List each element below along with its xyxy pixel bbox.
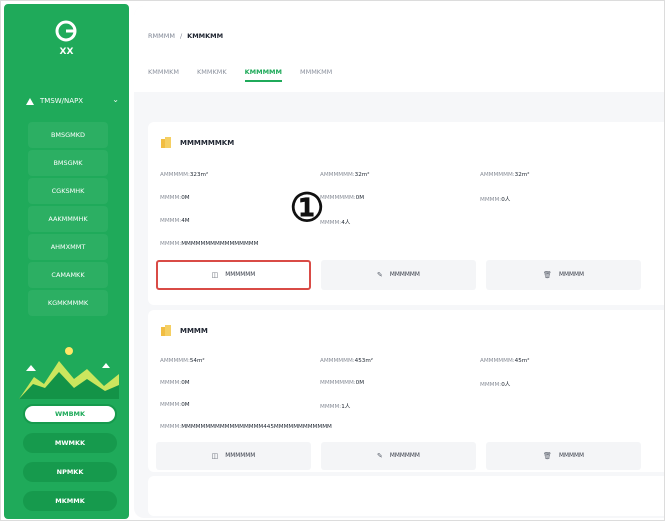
project-card-3 — [148, 476, 664, 516]
card-actions: ◫ MMMMMM ✎ MMMMMM 🗑 MMMMM — [156, 260, 664, 290]
pill-nav-2[interactable]: MWMKK — [23, 433, 117, 453]
sidebar-group[interactable]: TMSW/NAPX ⌄ — [4, 90, 129, 112]
project-card-2: MMMM AMMMMM:54m² AMMMMMM:453m² AMMMMMM:4… — [148, 310, 664, 472]
mountain-illustration — [19, 347, 119, 399]
card-field: MMMM:MMMMMMMMMMMMMMMMM445MMMMMMMMMMMM — [160, 424, 332, 430]
pill-nav-1[interactable]: WMBMK — [23, 404, 117, 424]
card-field: AMMMMMM:453m² — [320, 358, 374, 364]
tabs: KMMMKM KMMKMK KMMMMM MMMKMM — [148, 68, 332, 82]
project-card-1: MMMMMMKM AMMMMM:323m² AMMMMMM:32m² AMMMM… — [148, 122, 664, 305]
card-field: AMMMMM:54m² — [160, 358, 205, 364]
sidebar-group-label: TMSW/NAPX — [40, 97, 84, 105]
pill-nav-4[interactable]: MKMMK — [23, 491, 117, 511]
trash-icon: 🗑 — [543, 271, 552, 279]
trash-icon: 🗑 — [543, 452, 552, 460]
card-field: MMMM:0人 — [480, 382, 511, 388]
tab-1[interactable]: KMMMKM — [148, 68, 179, 82]
card-field: AMMMMMM:45m² — [480, 358, 530, 364]
sidebar-item-6[interactable]: CAMAMKK — [28, 262, 108, 288]
card-title: MMMM — [180, 327, 208, 335]
view-detail-button[interactable]: ◫ MMMMMM — [156, 442, 311, 470]
pill-nav-3[interactable]: NPMKK — [23, 462, 117, 482]
card-header: MMMM — [160, 325, 208, 337]
edit-button[interactable]: ✎ MMMMMM — [321, 442, 476, 470]
sidebar: XX TMSW/NAPX ⌄ BMSGMKD BMSGMK CGKSMHK AA… — [4, 4, 129, 519]
sidebar-item-3[interactable]: CGKSMHK — [28, 178, 108, 204]
building-icon — [161, 325, 171, 336]
breadcrumb-current: KMMKMM — [187, 32, 224, 40]
tab-2[interactable]: KMMKMK — [197, 68, 227, 82]
card-field: MMMMMMM:0M — [320, 380, 365, 386]
tab-3[interactable]: KMMMMM — [244, 68, 282, 82]
view-icon: ◫ — [211, 452, 219, 460]
breadcrumb: RMMMM / KMMKMM — [148, 32, 223, 40]
tab-4[interactable]: MMMKMM — [300, 68, 332, 82]
breadcrumb-separator: / — [179, 32, 183, 40]
sidebar-item-4[interactable]: AAKMMMHK — [28, 206, 108, 232]
triangle-icon — [26, 97, 34, 105]
building-icon — [161, 137, 171, 148]
view-icon: ◫ — [211, 271, 219, 279]
logo-text: XX — [59, 47, 74, 57]
view-detail-button[interactable]: ◫ MMMMMM — [156, 260, 311, 290]
card-field: MMMM:0M — [160, 380, 190, 386]
top-bar: RMMMM / KMMKMM KMMMKM KMMKMK KMMMMM MMMK… — [134, 6, 664, 92]
sidebar-item-2[interactable]: BMSGMK — [28, 150, 108, 176]
breadcrumb-parent[interactable]: RMMMM — [148, 32, 175, 40]
card-header: MMMMMMKM — [160, 137, 234, 149]
delete-button[interactable]: 🗑 MMMMM — [486, 260, 641, 290]
edit-button[interactable]: ✎ MMMMMM — [321, 260, 476, 290]
edit-icon: ✎ — [377, 271, 383, 279]
sidebar-item-5[interactable]: AHMXMMT — [28, 234, 108, 260]
step-marker: ① — [289, 185, 325, 231]
card-actions: ◫ MMMMMM ✎ MMMMMM 🗑 MMMMM — [156, 442, 664, 470]
delete-button[interactable]: 🗑 MMMMM — [486, 442, 641, 470]
chevron-down-icon: ⌄ — [112, 95, 119, 104]
card-field: AMMMMMM:32m² — [320, 172, 370, 178]
sidebar-item-7[interactable]: KGMKMMMK — [28, 290, 108, 316]
card-field: MMMM:4M — [160, 218, 190, 224]
logo-icon — [51, 16, 81, 46]
pill-navigation: WMBMK MWMKK NPMKK MKMMK — [23, 404, 117, 519]
card-field: MMMM:0人 — [480, 197, 511, 203]
main-content: RMMMM / KMMKMM KMMMKM KMMKMK KMMMMM MMMK… — [134, 6, 664, 518]
card-field: MMMM:0M — [160, 195, 190, 201]
app-frame: XX TMSW/NAPX ⌄ BMSGMKD BMSGMK CGKSMHK AA… — [0, 0, 665, 521]
card-field: MMMM:1人 — [320, 404, 351, 410]
card-field: MMMM:0M — [160, 402, 190, 408]
sidebar-items: BMSGMKD BMSGMK CGKSMHK AAKMMMHK AHMXMMT … — [28, 122, 108, 318]
card-field: MMMM:MMMMMMMMMMMMMMMM — [160, 241, 259, 247]
sidebar-item-1[interactable]: BMSGMKD — [28, 122, 108, 148]
card-title: MMMMMMKM — [180, 139, 235, 147]
card-field: AMMMMMM:32m² — [480, 172, 530, 178]
edit-icon: ✎ — [377, 452, 383, 460]
card-field: AMMMMM:323m² — [160, 172, 209, 178]
